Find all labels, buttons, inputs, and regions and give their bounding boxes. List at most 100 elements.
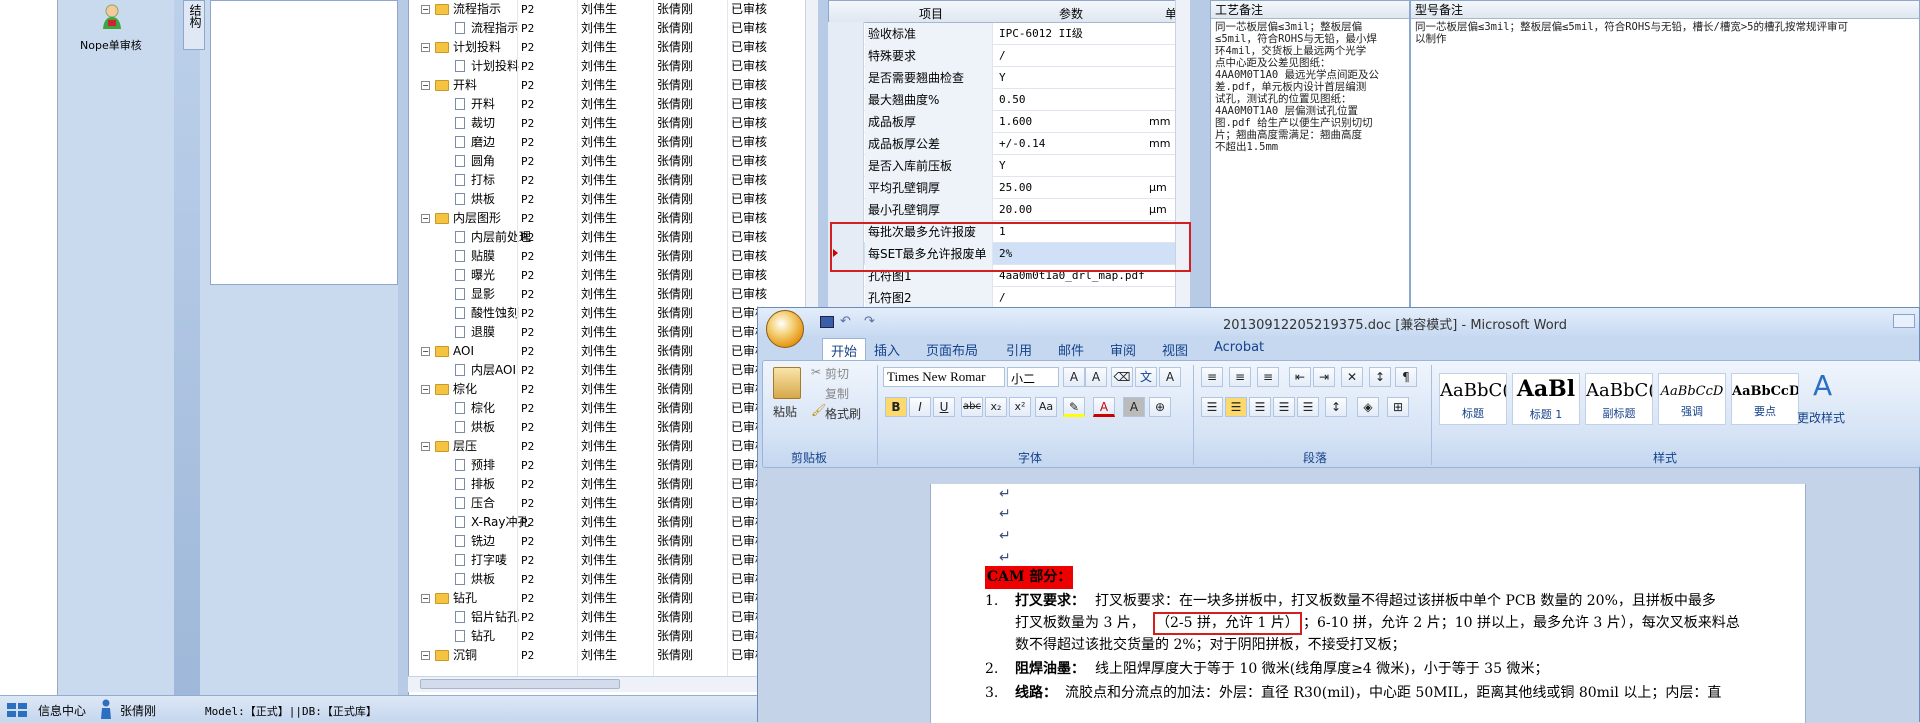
expand-toggle-icon[interactable]: − <box>421 81 430 90</box>
expand-toggle-icon[interactable]: − <box>421 594 430 603</box>
change-case-icon[interactable]: Aa <box>1035 397 1057 417</box>
undo-icon[interactable]: ↶ <box>840 314 851 329</box>
info-center-label[interactable]: 信息中心 <box>38 702 86 719</box>
grid-param-cell[interactable]: 1.600 <box>999 111 1032 133</box>
format-painter-button[interactable]: 格式刷 <box>825 405 861 422</box>
copy-button[interactable]: 复制 <box>825 385 849 402</box>
change-styles-icon[interactable]: A <box>1813 369 1832 402</box>
expand-toggle-icon[interactable]: − <box>421 651 430 660</box>
shading-icon[interactable]: ◈ <box>1357 397 1379 417</box>
tree-row[interactable]: 贴膜 P2 刘伟生 张倩刚 已审核 <box>409 247 819 266</box>
style-gallery-item[interactable]: AaBbC(标题 <box>1439 373 1507 425</box>
tree-row[interactable]: 内层前处理 P2 刘伟生 张倩刚 已审核 <box>409 228 819 247</box>
char-border-icon[interactable]: A <box>1159 367 1181 387</box>
superscript-icon[interactable]: x² <box>1009 397 1031 417</box>
grid-row[interactable]: 是否入库前压板 Y <box>829 155 1191 177</box>
highlight-icon[interactable]: ✎ <box>1063 397 1085 417</box>
borders-icon[interactable]: ⊞ <box>1387 397 1409 417</box>
paste-button[interactable]: 粘贴 <box>773 403 797 420</box>
style-gallery-item[interactable]: AaBbCcD 强调 <box>1658 373 1726 425</box>
line-spacing-icon[interactable]: ↕ <box>1325 397 1347 417</box>
grid-param-cell[interactable]: +/-0.14 <box>999 133 1045 155</box>
font-color-icon[interactable]: A <box>1093 397 1115 417</box>
grid-row[interactable]: 特殊要求 / <box>829 45 1191 67</box>
nope-review-label[interactable]: Nope单审核 <box>80 37 142 53</box>
align-center-icon[interactable]: ☰ <box>1225 397 1247 417</box>
cut-button[interactable]: 剪切 <box>825 365 849 382</box>
subscript-icon[interactable]: x₂ <box>985 397 1007 417</box>
paste-icon[interactable] <box>773 367 801 399</box>
grid-row[interactable]: 最大翘曲度% 0.50 <box>829 89 1191 111</box>
grid-param-cell[interactable]: IPC-6012 II级 <box>999 23 1083 45</box>
tab-home[interactable]: 开始 <box>822 338 867 362</box>
expand-toggle-icon[interactable]: − <box>421 442 430 451</box>
grid-param-cell[interactable]: Y <box>999 67 1006 89</box>
shrink-font-icon[interactable]: A <box>1085 367 1107 387</box>
user-review-icon[interactable] <box>102 4 122 30</box>
style-gallery-item[interactable]: AaBbC(副标题 <box>1585 373 1653 425</box>
tree-row[interactable]: − 计划投料 P2 刘伟生 张倩刚 已审核 <box>409 38 819 57</box>
save-icon[interactable] <box>820 316 834 328</box>
expand-toggle-icon[interactable]: − <box>421 43 430 52</box>
tree-row[interactable]: 圆角 P2 刘伟生 张倩刚 已审核 <box>409 152 819 171</box>
tab-structure[interactable]: 结构 <box>183 0 205 50</box>
grid-notes-splitter[interactable] <box>1190 0 1210 310</box>
tree-row[interactable]: 流程指示 P2 刘伟生 张倩刚 已审核 <box>409 19 819 38</box>
grid-param-cell[interactable]: 0.50 <box>999 89 1026 111</box>
mid-splitter[interactable] <box>398 0 408 695</box>
increase-indent-icon[interactable]: ⇥ <box>1313 367 1335 387</box>
grid-row[interactable]: 孔符图2 / <box>829 287 1191 309</box>
tree-row[interactable]: 曝光 P2 刘伟生 张倩刚 已审核 <box>409 266 819 285</box>
expand-toggle-icon[interactable]: − <box>421 385 430 394</box>
multilevel-list-icon[interactable]: ≡ <box>1257 367 1279 387</box>
tab-acrobat[interactable]: Acrobat <box>1214 340 1264 355</box>
font-name-select[interactable]: Times New Romar <box>883 367 1005 387</box>
redo-icon[interactable]: ↷ <box>864 314 875 329</box>
change-styles-button[interactable]: 更改样式 <box>1797 409 1845 426</box>
tab-layout[interactable]: 页面布局 <box>926 340 978 359</box>
bold-icon[interactable]: B <box>885 397 907 417</box>
grid-app-icon[interactable] <box>6 702 28 718</box>
header-item[interactable]: 项目 <box>919 5 943 22</box>
tree-row[interactable]: − 开料 P2 刘伟生 张倩刚 已审核 <box>409 76 819 95</box>
align-left-icon[interactable]: ☰ <box>1201 397 1223 417</box>
clear-format-icon[interactable]: ⌫ <box>1111 367 1133 387</box>
grid-row[interactable]: 平均孔壁铜厚 25.00 μm <box>829 177 1191 199</box>
tab-references[interactable]: 引用 <box>1006 340 1032 359</box>
grid-row[interactable]: 是否需要翘曲检查 Y <box>829 67 1191 89</box>
expand-toggle-icon[interactable]: − <box>421 5 430 14</box>
style-gallery-item[interactable]: AaBbCcD 要点 <box>1731 373 1799 425</box>
italic-icon[interactable]: I <box>909 397 931 417</box>
numbering-icon[interactable]: ≡ <box>1229 367 1251 387</box>
expand-toggle-icon[interactable]: − <box>421 347 430 356</box>
distribute-icon[interactable]: ☰ <box>1297 397 1319 417</box>
tree-row[interactable]: 计划投料 P2 刘伟生 张倩刚 已审核 <box>409 57 819 76</box>
tab-insert[interactable]: 插入 <box>874 340 900 359</box>
grid-param-cell[interactable]: 25.00 <box>999 177 1032 199</box>
tab-mailings[interactable]: 邮件 <box>1058 340 1084 359</box>
bullets-icon[interactable]: ≡ <box>1201 367 1223 387</box>
tab-view[interactable]: 视图 <box>1162 340 1188 359</box>
enclosed-char-icon[interactable]: ⊕ <box>1149 397 1171 417</box>
tree-row[interactable]: 磨边 P2 刘伟生 张倩刚 已审核 <box>409 133 819 152</box>
sort-icon[interactable]: ↕ <box>1369 367 1391 387</box>
grid-param-cell[interactable]: / <box>999 45 1006 67</box>
strikethrough-icon[interactable]: abc <box>961 397 983 417</box>
align-right-icon[interactable]: ☰ <box>1249 397 1271 417</box>
grow-font-icon[interactable]: A <box>1063 367 1085 387</box>
tree-row[interactable]: − 流程指示 P2 刘伟生 张倩刚 已审核 <box>409 0 819 19</box>
grid-row[interactable]: 成品板厚公差 +/-0.14 mm <box>829 133 1191 155</box>
grid-param-cell[interactable]: / <box>999 287 1006 309</box>
tree-row[interactable]: 打标 P2 刘伟生 张倩刚 已审核 <box>409 171 819 190</box>
decrease-indent-icon[interactable]: ⇤ <box>1289 367 1311 387</box>
grid-row[interactable]: 验收标准 IPC-6012 II级 <box>829 23 1191 45</box>
style-gallery-item[interactable]: AaBl 标题 1 <box>1512 373 1580 425</box>
phonetic-icon[interactable]: 文 <box>1135 367 1157 387</box>
tree-row[interactable]: 烘板 P2 刘伟生 张倩刚 已审核 <box>409 190 819 209</box>
tree-row[interactable]: − 内层图形 P2 刘伟生 张倩刚 已审核 <box>409 209 819 228</box>
tree-row[interactable]: 显影 P2 刘伟生 张倩刚 已审核 <box>409 285 819 304</box>
tab-review[interactable]: 审阅 <box>1110 340 1136 359</box>
process-notes-text[interactable]: 同一芯板层偏≤3mil；整板层偏 ≤5mil，符合ROHS与无铅，最小焊 环4m… <box>1215 21 1379 153</box>
underline-icon[interactable]: U <box>933 397 955 417</box>
show-marks-icon[interactable]: ¶ <box>1395 367 1417 387</box>
